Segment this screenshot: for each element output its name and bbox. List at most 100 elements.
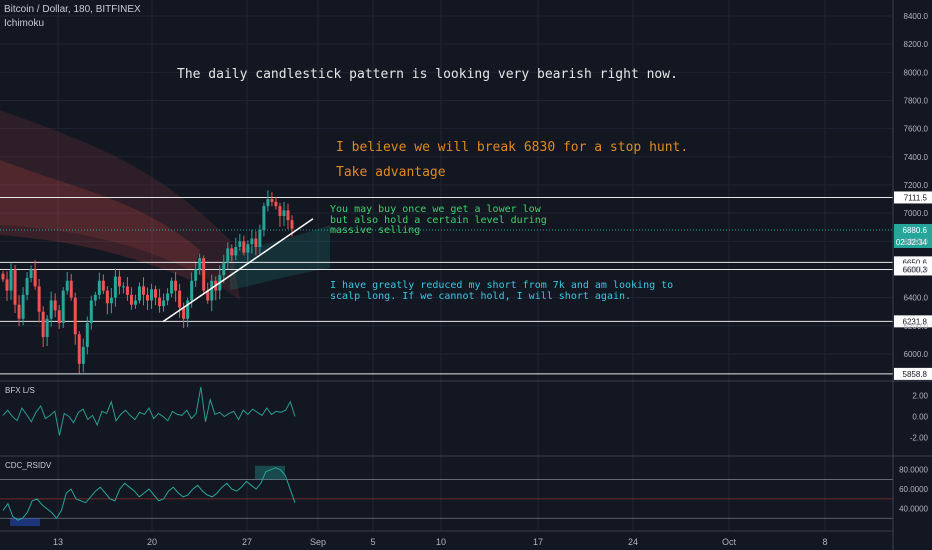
candle-body bbox=[33, 269, 37, 287]
time-tick-label[interactable]: Sep bbox=[310, 537, 326, 547]
candle-body bbox=[222, 262, 226, 276]
price-tick-label[interactable]: 7800.0 bbox=[904, 97, 929, 106]
candle-body bbox=[258, 230, 262, 247]
candle-body bbox=[250, 238, 254, 245]
price-tick-label[interactable]: 7600.0 bbox=[904, 125, 929, 134]
candle-body bbox=[41, 311, 45, 338]
candle-body bbox=[198, 258, 202, 270]
candle-body bbox=[129, 294, 133, 305]
price-tick-label[interactable]: 6200.0 bbox=[904, 322, 929, 331]
candle-body bbox=[190, 280, 194, 301]
candle-body bbox=[170, 280, 174, 294]
candle-body bbox=[166, 293, 170, 301]
candle-body bbox=[37, 286, 41, 312]
candle-body bbox=[65, 280, 69, 291]
candle-body bbox=[202, 258, 206, 291]
time-tick-label[interactable]: 17 bbox=[533, 537, 543, 547]
candle-body bbox=[150, 289, 154, 301]
indicator-ichimoku-label[interactable]: Ichimoku bbox=[4, 18, 44, 29]
pane-tick-label[interactable]: 60.0000 bbox=[899, 485, 928, 494]
symbol-title[interactable]: Bitcoin / Dollar, 180, BITFINEX bbox=[4, 4, 141, 15]
candle-body bbox=[146, 294, 149, 301]
price-tick-label[interactable]: 8400.0 bbox=[904, 12, 929, 21]
time-tick-label[interactable]: 10 bbox=[436, 537, 446, 547]
pane-tick-label[interactable]: -2.00 bbox=[910, 434, 929, 443]
candle-body bbox=[89, 300, 93, 324]
candle-body bbox=[29, 269, 33, 278]
price-tick-label[interactable]: 6000.0 bbox=[904, 350, 929, 359]
annotation-take-advantage: Take advantage bbox=[336, 165, 446, 180]
candle-body bbox=[97, 280, 101, 295]
candle-body bbox=[133, 300, 137, 305]
candle-body bbox=[158, 297, 162, 307]
pane-tick-label[interactable]: 40.0000 bbox=[899, 505, 928, 514]
candle-body bbox=[45, 318, 49, 338]
candle-body bbox=[49, 300, 53, 319]
time-tick-label[interactable]: Oct bbox=[722, 537, 737, 547]
candle-body bbox=[274, 201, 278, 207]
annotation-buy-note: You may buy once we get a lower low but … bbox=[330, 204, 547, 236]
annotation-headline: The daily candlestick pattern is looking… bbox=[177, 67, 678, 82]
price-tick-label[interactable]: 7000.0 bbox=[904, 209, 929, 218]
candle-body bbox=[182, 307, 186, 319]
candle-body bbox=[234, 246, 238, 256]
price-tick-label[interactable]: 6600.0 bbox=[904, 266, 929, 275]
time-tick-label[interactable]: 5 bbox=[370, 537, 375, 547]
candle-body bbox=[113, 276, 117, 298]
candle-body bbox=[61, 290, 65, 324]
pane-tick-label[interactable]: 80.0000 bbox=[899, 466, 928, 475]
candle-body bbox=[230, 248, 234, 256]
candle-body bbox=[162, 300, 166, 307]
chart-canvas[interactable]: 7111.56650.66600.36231.85858.86880.602:3… bbox=[0, 0, 932, 550]
candle-body bbox=[93, 294, 97, 301]
time-tick-label[interactable]: 27 bbox=[242, 537, 252, 547]
annotation-stop-hunt: I believe we will break 6830 for a stop … bbox=[336, 140, 689, 155]
candle-body bbox=[254, 238, 258, 247]
time-tick-label[interactable]: 20 bbox=[147, 537, 157, 547]
candle-body bbox=[226, 248, 230, 263]
candle-body bbox=[154, 289, 158, 298]
candle-body bbox=[141, 286, 145, 295]
annotation-short-note: I have greatly reduced my short from 7k … bbox=[330, 280, 674, 302]
candle-body bbox=[25, 277, 29, 295]
pane-tick-label[interactable]: 2.00 bbox=[912, 392, 928, 401]
price-tick-label[interactable]: 6400.0 bbox=[904, 294, 929, 303]
price-tick-label[interactable]: 7400.0 bbox=[904, 153, 929, 162]
candle-body bbox=[282, 210, 286, 216]
price-tick-label[interactable]: 8200.0 bbox=[904, 40, 929, 49]
current-price-label: 6880.6 bbox=[903, 226, 928, 235]
candle-body bbox=[278, 206, 282, 216]
rsi-oversold-fill bbox=[10, 518, 40, 527]
candle-body bbox=[77, 334, 81, 364]
candle-body bbox=[121, 286, 125, 288]
pane-tick-label[interactable]: 0.00 bbox=[912, 413, 928, 422]
price-tick-label[interactable]: 6800.0 bbox=[904, 237, 929, 246]
candle-body bbox=[57, 310, 61, 324]
price-tick-label[interactable]: 8000.0 bbox=[904, 68, 929, 77]
candle-body bbox=[174, 280, 178, 291]
candle-body bbox=[85, 323, 89, 347]
time-tick-label[interactable]: 8 bbox=[822, 537, 827, 547]
candle-body bbox=[125, 286, 129, 295]
time-tick-label[interactable]: 13 bbox=[53, 537, 63, 547]
candle-body bbox=[105, 290, 109, 304]
level-price-label: 5858.8 bbox=[903, 370, 928, 379]
pane-title[interactable]: CDC_RSIDV bbox=[5, 461, 52, 470]
candle-body bbox=[266, 199, 270, 207]
candle-body bbox=[242, 241, 246, 253]
pane-title[interactable]: BFX L/S bbox=[5, 386, 35, 395]
candle-body bbox=[17, 304, 21, 319]
price-tick-label[interactable]: 7200.0 bbox=[904, 181, 929, 190]
candle-body bbox=[238, 241, 242, 247]
candle-body bbox=[21, 294, 25, 319]
candle-body bbox=[210, 280, 214, 301]
candle-body bbox=[194, 269, 198, 281]
candle-body bbox=[246, 244, 250, 253]
candle-body bbox=[101, 280, 105, 291]
time-tick-label[interactable]: 24 bbox=[628, 537, 638, 547]
candle-body bbox=[117, 276, 121, 287]
candle-body bbox=[81, 346, 85, 364]
candle-body bbox=[137, 286, 141, 301]
candle-body bbox=[53, 300, 57, 311]
candle-body bbox=[270, 199, 274, 202]
